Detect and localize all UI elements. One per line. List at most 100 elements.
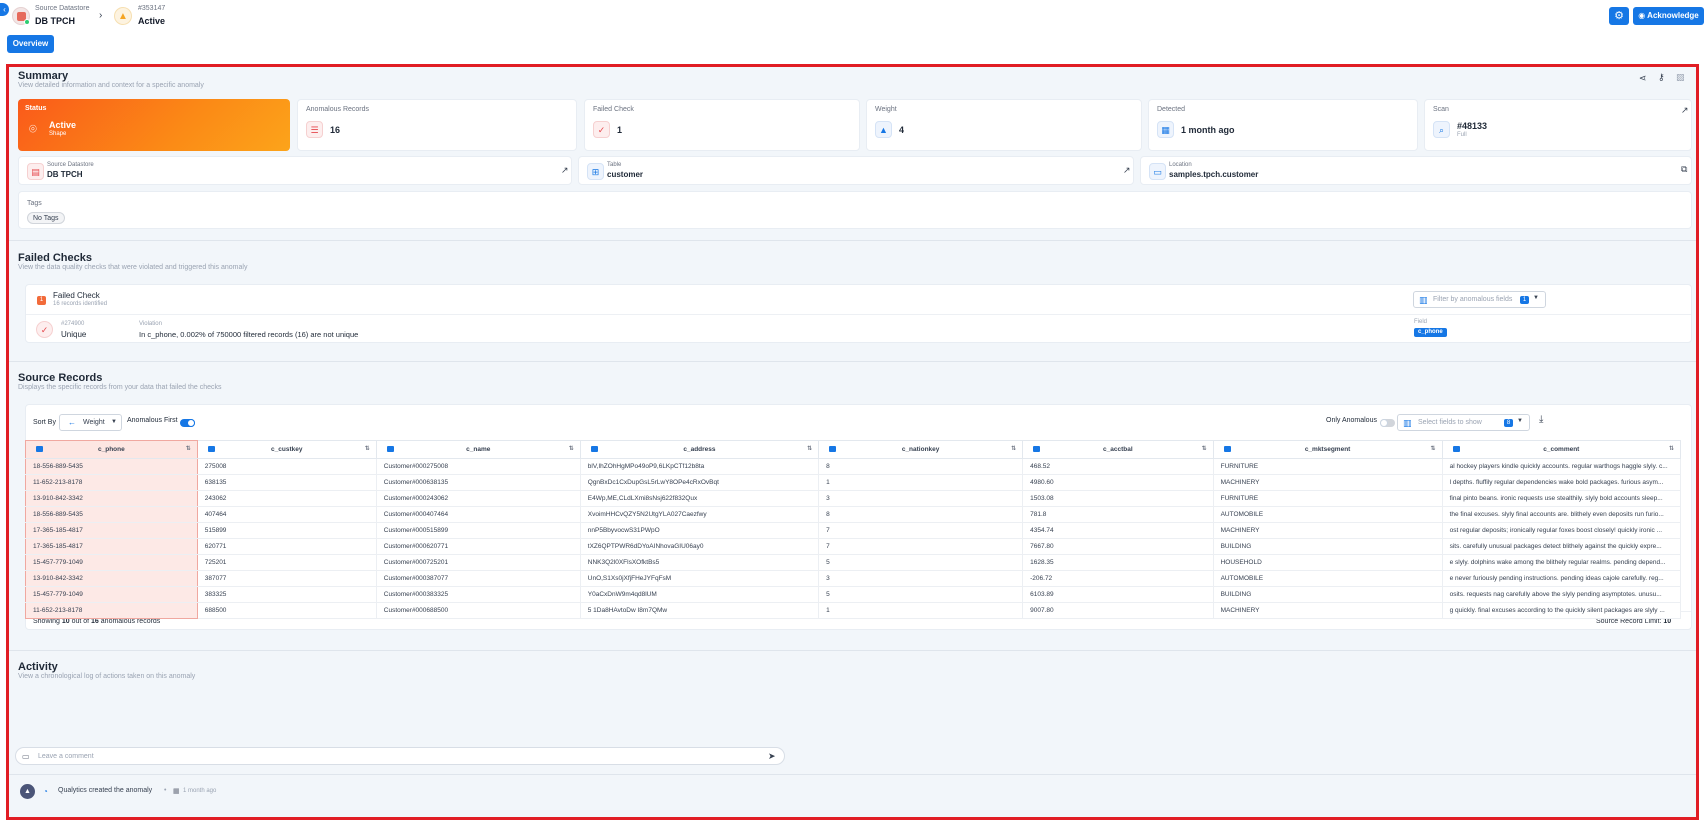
table-row[interactable]: 13-910-842-3342 387077 Customer#000387077 U… — [25, 570, 1682, 587]
comment-icon[interactable] — [1452, 446, 1460, 452]
sort-icon[interactable]: ⇅ — [569, 445, 574, 452]
table-card[interactable]: ⊞ Table customer ↗ — [578, 156, 1134, 185]
sort-icon[interactable]: ⇅ — [1669, 445, 1674, 452]
source-datastore-value[interactable]: DB TPCH — [47, 170, 83, 179]
anomalous-first-toggle[interactable] — [180, 419, 195, 427]
table-row[interactable]: 18-556-889-5435 275008 Customer#000275008 b… — [25, 458, 1682, 475]
external-link-icon[interactable]: ↗ — [1123, 165, 1131, 176]
download-icon[interactable]: ⤓ — [1539, 414, 1543, 425]
chevron-right-icon: › — [99, 10, 103, 21]
column-header-c-acctbal[interactable]: c_acctbal ⇅ — [1022, 440, 1214, 459]
filter-anomalous-fields[interactable]: ▥ Filter by anomalous fields 1 ▼ — [1413, 291, 1546, 308]
weight-label: Weight — [875, 106, 897, 113]
table-row[interactable]: 17-365-185-4817 515899 Customer#000515899 n… — [25, 522, 1682, 539]
sort-icon[interactable]: ⇅ — [186, 445, 191, 452]
select-fields-dropdown[interactable]: ▥ Select fields to show 8 ▼ — [1397, 414, 1530, 431]
scan-value[interactable]: #48133 — [1457, 121, 1487, 131]
comment-icon[interactable] — [386, 446, 394, 452]
weight-icon: ▲ — [875, 121, 892, 138]
table-row[interactable]: 11-652-213-8178 638135 Customer#000638135 Q… — [25, 474, 1682, 491]
column-header-c-nationkey[interactable]: c_nationkey ⇅ — [818, 440, 1024, 459]
table-row[interactable]: 18-556-889-5435 407464 Customer#000407464 X… — [25, 506, 1682, 523]
cell-c-phone: 13-910-842-3342 — [25, 490, 198, 507]
summary-subtitle: View detailed information and context fo… — [18, 82, 204, 89]
failed-check-badge: 1 — [37, 296, 46, 305]
cell-c-nationkey: 5 — [818, 554, 1024, 571]
settings-button[interactable]: ⚙ — [1609, 7, 1629, 25]
scan-card[interactable]: Scan ↗ ⌕ #48133 Full — [1424, 99, 1692, 151]
archive-icon[interactable]: ▨ — [1676, 72, 1685, 83]
table-value[interactable]: customer — [607, 170, 643, 179]
table-row[interactable]: 17-365-185-4817 620771 Customer#000620771 t… — [25, 538, 1682, 555]
table-row[interactable]: 15-457-779-1049 383325 Customer#000383325 Y… — [25, 586, 1682, 603]
field-chip[interactable]: c_phone — [1414, 328, 1447, 337]
source-datastore-card[interactable]: ▤ Source Datastore DB TPCH ↗ — [18, 156, 572, 185]
source-records-title: Source Records — [18, 372, 103, 384]
check-id[interactable]: #274900 — [61, 321, 84, 327]
cell-c-comment: al hockey players kindle quickly account… — [1441, 458, 1682, 475]
cell-c-nationkey: 7 — [818, 538, 1024, 555]
tab-overview[interactable]: Overview — [7, 35, 54, 53]
sort-icon[interactable]: ⇅ — [1202, 445, 1207, 452]
comment-icon[interactable] — [829, 446, 837, 452]
sort-icon[interactable]: ⇅ — [1431, 445, 1436, 452]
comment-icon[interactable] — [36, 446, 43, 452]
column-header-c-comment[interactable]: c_comment ⇅ — [1441, 440, 1682, 459]
cell-c-mktsegment: AUTOMOBILE — [1212, 506, 1443, 523]
column-header-c-custkey[interactable]: c_custkey ⇅ — [196, 440, 377, 459]
table-row[interactable]: 11-652-213-8178 688500 Customer#000688500 5… — [25, 602, 1682, 619]
failed-check-value: 1 — [617, 125, 623, 135]
comment-icon[interactable] — [207, 446, 215, 452]
comment-input[interactable]: ▭ Leave a comment ➤ — [15, 747, 785, 765]
sort-icon[interactable]: ⇅ — [807, 445, 812, 452]
column-header-c-mktsegment[interactable]: c_mktsegment ⇅ — [1212, 440, 1443, 459]
warning-icon: ▲ — [114, 7, 132, 25]
filter-count-badge: 1 — [1520, 296, 1529, 304]
anomaly-details-frame: Summary View detailed information and co… — [6, 64, 1699, 820]
share-icon[interactable]: ⋖ — [1639, 73, 1647, 84]
cell-c-mktsegment: MACHINERY — [1212, 474, 1443, 491]
status-online-icon — [24, 19, 30, 25]
copy-icon[interactable]: ⧉ — [1681, 164, 1687, 175]
failed-checks-subtitle: View the data quality checks that were v… — [18, 264, 248, 271]
cell-c-address: blV,IhZOhHgMPo49oP9,6LKpCTf12b8ta — [579, 458, 820, 475]
cell-c-comment: the final excuses. slyly final accounts … — [1441, 506, 1682, 523]
status-card: Status ⌾ Active Shape — [18, 99, 290, 151]
cell-c-acctbal: 1503.08 — [1022, 490, 1214, 507]
detected-card: Detected ▦ 1 month ago — [1148, 99, 1418, 151]
sort-select[interactable]: ← Weight ▼ — [59, 414, 122, 431]
acknowledge-button[interactable]: ◉ Acknowledge — [1633, 7, 1704, 25]
cell-c-name: Customer#000407464 — [375, 506, 581, 523]
only-anomalous-toggle[interactable] — [1380, 419, 1395, 427]
column-header-label: c_phone — [98, 446, 125, 453]
cell-c-comment: e never furiously pending instructions. … — [1441, 570, 1682, 587]
sort-icon[interactable]: ⇅ — [1011, 445, 1016, 452]
comment-icon[interactable] — [590, 446, 598, 452]
external-link-icon[interactable]: ↗ — [561, 165, 569, 176]
tag-chip[interactable]: No Tags — [27, 212, 65, 224]
divider — [9, 650, 1696, 651]
back-button[interactable]: ‹ — [0, 3, 9, 16]
cell-c-name: Customer#000688500 — [375, 602, 581, 619]
column-header-c-phone[interactable]: c_phone ⇅ — [25, 440, 198, 459]
table-row[interactable]: 15-457-779-1049 725201 Customer#000725201 N… — [25, 554, 1682, 571]
cell-c-phone: 18-556-889-5435 — [25, 506, 198, 523]
cell-c-acctbal: 781.8 — [1022, 506, 1214, 523]
table-header-row: c_phone ⇅ c_custkey ⇅ c_name ⇅ c_address ⇅ c_nat… — [25, 440, 1682, 459]
records-identified: 16 records identified — [53, 301, 108, 307]
send-icon[interactable]: ➤ — [768, 751, 776, 762]
table-row[interactable]: 13-910-842-3342 243062 Customer#000243062 E… — [25, 490, 1682, 507]
column-header-c-name[interactable]: c_name ⇅ — [375, 440, 581, 459]
calendar-icon: ▦ — [173, 788, 180, 795]
key-icon[interactable]: ⚷ — [1658, 72, 1665, 83]
comment-icon[interactable] — [1033, 446, 1041, 452]
comment-icon[interactable] — [1223, 446, 1231, 452]
cell-c-name: Customer#000387077 — [375, 570, 581, 587]
sort-icon[interactable]: ⇅ — [365, 445, 370, 452]
column-header-c-address[interactable]: c_address ⇅ — [579, 440, 820, 459]
column-header-label: c_name — [466, 446, 491, 453]
datastore-name[interactable]: DB TPCH — [35, 16, 75, 26]
anomalous-records-value: 16 — [330, 125, 341, 135]
external-link-icon[interactable]: ↗ — [1681, 105, 1689, 116]
activity-log-separator: • — [164, 787, 167, 794]
